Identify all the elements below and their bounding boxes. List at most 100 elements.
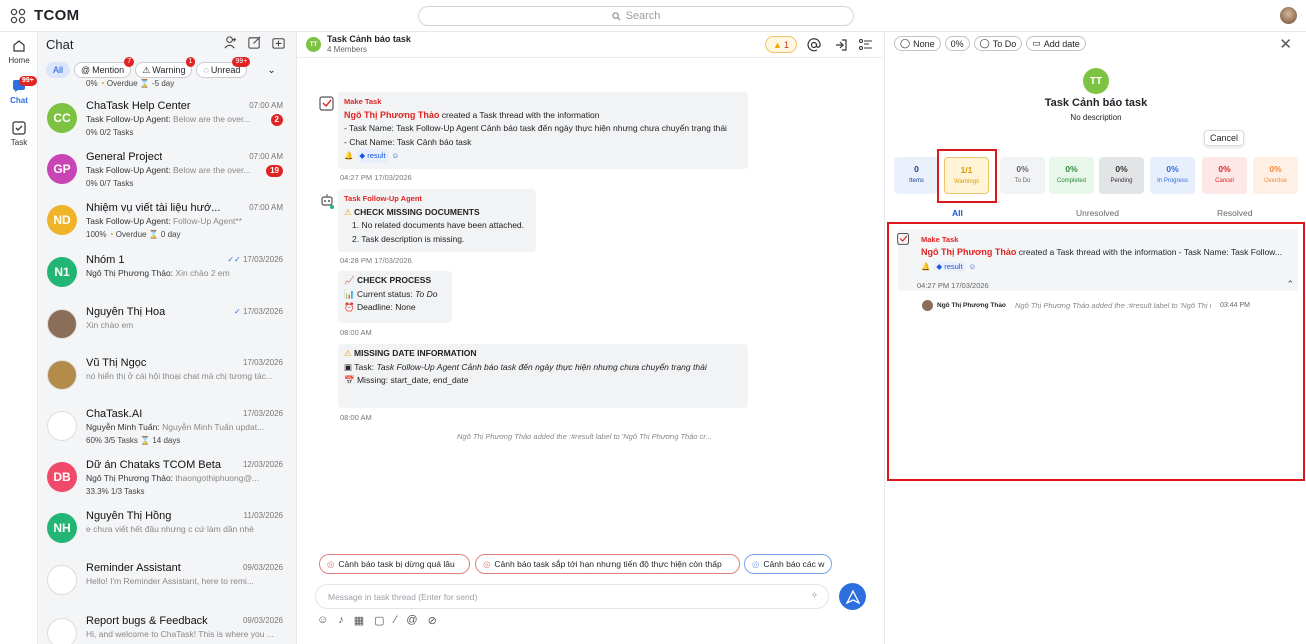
chat-list-item[interactable]: Vũ Thị Ngọc 17/03/2026 nó hiển thị ở cái h…	[38, 353, 296, 405]
user-avatar[interactable]	[1280, 7, 1297, 24]
stat-value: 0%	[1269, 164, 1282, 174]
format-icon[interactable]: ⁄	[395, 614, 397, 627]
image-icon[interactable]: ▦	[354, 614, 364, 627]
quick-reply-3[interactable]: ◎ Cảnh báo các w	[744, 554, 832, 574]
chat-list-item[interactable]: ChaTask.AI 17/03/2026 Nguyễn Minh Tuấn: Ng…	[38, 404, 296, 456]
ai-sparkle-icon[interactable]: ✧	[811, 590, 818, 601]
stat-value: 0%	[1065, 164, 1078, 174]
message-make-task[interactable]: Make Task Ngô Thị Phương Thảo created a …	[338, 92, 748, 169]
chat-time-value: 07:00 AM	[249, 152, 283, 161]
check-docs-item2: 2. Task description is missing.	[352, 233, 465, 244]
progress-button[interactable]: 0%	[944, 36, 970, 51]
thread-reply[interactable]: Ngô Thị Phương Thảo Ngô Thị Phương Thảo …	[898, 296, 1298, 318]
compose-icon[interactable]	[247, 35, 262, 50]
stat-in-progress[interactable]: 0% In Progress	[1150, 157, 1195, 194]
rail-item-task[interactable]: Task	[0, 120, 38, 147]
tab-resolved[interactable]: Resolved	[1217, 208, 1252, 218]
result-tag[interactable]: ◆ result	[356, 149, 389, 163]
chat-list-item[interactable]: Reminder Assistant 09/03/2026 Hello! I'm R…	[38, 558, 296, 610]
chat-preview: Ngô Thị Phương Thảo: thaongothiphuong@..…	[86, 473, 281, 483]
chevron-down-icon[interactable]: ⌄	[267, 65, 275, 76]
stat-completed[interactable]: 0% Completed	[1049, 157, 1094, 194]
chat-list-item[interactable]: CC ChaTask Help Center 07:00 AM Task Follow…	[38, 96, 296, 148]
chat-members[interactable]: 4 Members	[327, 45, 367, 54]
message-author[interactable]: Ngô Thị Phương Thảo	[344, 110, 439, 120]
add-date-button[interactable]: ▭ Add date	[1026, 36, 1086, 51]
quick-reply-label: Cảnh báo các w	[763, 559, 825, 569]
mention-icon[interactable]	[806, 37, 822, 53]
chat-avatar: TT	[306, 37, 321, 52]
new-group-icon[interactable]	[271, 35, 286, 50]
tag-icon[interactable]: ⊘	[428, 614, 437, 627]
task-list-icon[interactable]	[858, 37, 874, 53]
overdue-icon: ◔	[108, 230, 114, 239]
emoji-icon[interactable]: ☺	[317, 614, 328, 627]
thread-card[interactable]: Make Task Ngô Thị Phương Thảo created a …	[897, 229, 1298, 291]
avatar	[47, 411, 77, 441]
result-tag[interactable]: ◆ result	[933, 262, 966, 271]
apps-grid-icon[interactable]	[10, 8, 26, 24]
stat-pending[interactable]: 0% Pending	[1099, 157, 1144, 194]
filter-warning[interactable]: ⚠ Warning 1	[135, 57, 196, 78]
chat-preview: Hello! I'm Reminder Assistant, here to r…	[86, 576, 281, 586]
status-label: Current status:	[356, 288, 413, 299]
tab-all[interactable]: All	[952, 208, 963, 218]
thread-author[interactable]: Ngô Thị Phương Thảo	[921, 247, 1016, 257]
at-icon[interactable]: @	[406, 614, 417, 627]
preview-sender: Task Follow-Up Agent:	[86, 114, 171, 124]
microphone-icon[interactable]: ♪	[338, 614, 344, 627]
stat-items[interactable]: 0 Items	[894, 157, 939, 194]
task-progress: 0% 0/7 Tasks	[86, 179, 134, 188]
chat-time: 11/03/2026	[244, 511, 283, 520]
todo-button[interactable]: ◯ To Do	[973, 36, 1023, 51]
check-docs-heading: CHECK MISSING DOCUMENTS	[354, 206, 480, 217]
chevron-up-icon[interactable]: ⌃	[1286, 279, 1294, 290]
reply-time: 03:44 PM	[1220, 302, 1250, 309]
file-icon[interactable]: ▢	[374, 614, 384, 627]
progress-label: 0%	[950, 38, 964, 49]
chat-preview: Task Follow-Up Agent: Follow-Up Agent**	[86, 216, 281, 226]
warning-chip[interactable]: ▲ 1	[765, 36, 797, 53]
chat-time: 07:00 AM	[249, 101, 283, 110]
chat-list-item[interactable]: Nguyễn Thị Hoa ✓ 17/03/2026 Xin chào em	[38, 302, 296, 354]
rail-item-home[interactable]: Home	[0, 38, 38, 65]
filter-all[interactable]: All	[46, 62, 71, 78]
chat-time: 07:00 AM	[249, 203, 283, 212]
filter-mention[interactable]: @ Mention 7	[74, 57, 135, 78]
quick-reply-label: Cảnh báo task bị dừng quá lâu	[338, 559, 455, 569]
message-action: created a Task thread with the informati…	[441, 109, 600, 120]
chat-title[interactable]: Task Cảnh báo task	[327, 34, 411, 44]
chat-time-value: 11/03/2026	[243, 511, 283, 520]
send-button[interactable]	[839, 583, 866, 610]
chat-list-item[interactable]: NH Nguyễn Thị Hồng 11/03/2026 e chưa viết h…	[38, 506, 296, 558]
leave-icon[interactable]	[833, 37, 849, 53]
rail-item-chat[interactable]: 99+ Chat	[0, 76, 38, 105]
task-description: No description	[1070, 113, 1122, 122]
chat-list-item[interactable]: Report bugs & Feedback 09/03/2026 Hi, and …	[38, 611, 296, 644]
message-check-process[interactable]: 📈 CHECK PROCESS 📊 Current status: To Do …	[338, 271, 452, 323]
message-time: 08:00 AM	[340, 328, 372, 337]
stat-to-do[interactable]: 0% To Do	[1000, 157, 1045, 194]
search-input[interactable]: Search	[418, 6, 854, 26]
system-note: Ngô Thị Phương Thảo added the :#result l…	[457, 432, 712, 441]
chat-list-item[interactable]: ND Nhiệm vụ viết tài liệu hướ... 07:00 AM T…	[38, 198, 296, 250]
add-user-icon[interactable]	[223, 35, 238, 50]
status-none-button[interactable]: ◯ None	[894, 36, 941, 51]
close-icon[interactable]: ✕	[1279, 35, 1292, 53]
filter-unread[interactable]: ◌ Unread 99+	[196, 57, 251, 78]
chat-preview: e chưa viết hết đâu nhưng c cứ làm dần n…	[86, 524, 281, 534]
stat-overdue[interactable]: 0% Overdue	[1253, 157, 1298, 194]
message-input[interactable]: Message in task thread (Enter for send) ✧	[315, 584, 829, 609]
quick-reply-1[interactable]: ◎ Cảnh báo task bị dừng quá lâu	[319, 554, 470, 574]
chat-list-item[interactable]: N1 Nhóm 1 ✓✓ 17/03/2026 Ngô Thị Phương Thảo…	[38, 250, 296, 302]
chat-list-item[interactable]: GP General Project 07:00 AM Task Follow-Up …	[38, 147, 296, 199]
preview-text: thaongothiphuong@...	[175, 473, 260, 483]
quick-reply-2[interactable]: ◎ Cảnh báo task sắp tới hạn nhưng tiến độ…	[475, 554, 740, 574]
task-small-icon: ▣	[344, 361, 353, 372]
message-missing-date[interactable]: ⚠ MISSING DATE INFORMATION ▣ Task: Task …	[338, 344, 748, 408]
tab-unresolved[interactable]: Unresolved	[1076, 208, 1119, 218]
message-agent[interactable]: Task Follow-Up Agent ⚠ CHECK MISSING DOC…	[338, 189, 536, 252]
chat-list-item[interactable]: DB Dữ án Chataks TCOM Beta 12/03/2026 Ngô T…	[38, 455, 296, 507]
stat-cancel[interactable]: 0% Cancel	[1202, 157, 1247, 194]
task-meta: 33.3% 1/3 Tasks	[86, 487, 145, 496]
